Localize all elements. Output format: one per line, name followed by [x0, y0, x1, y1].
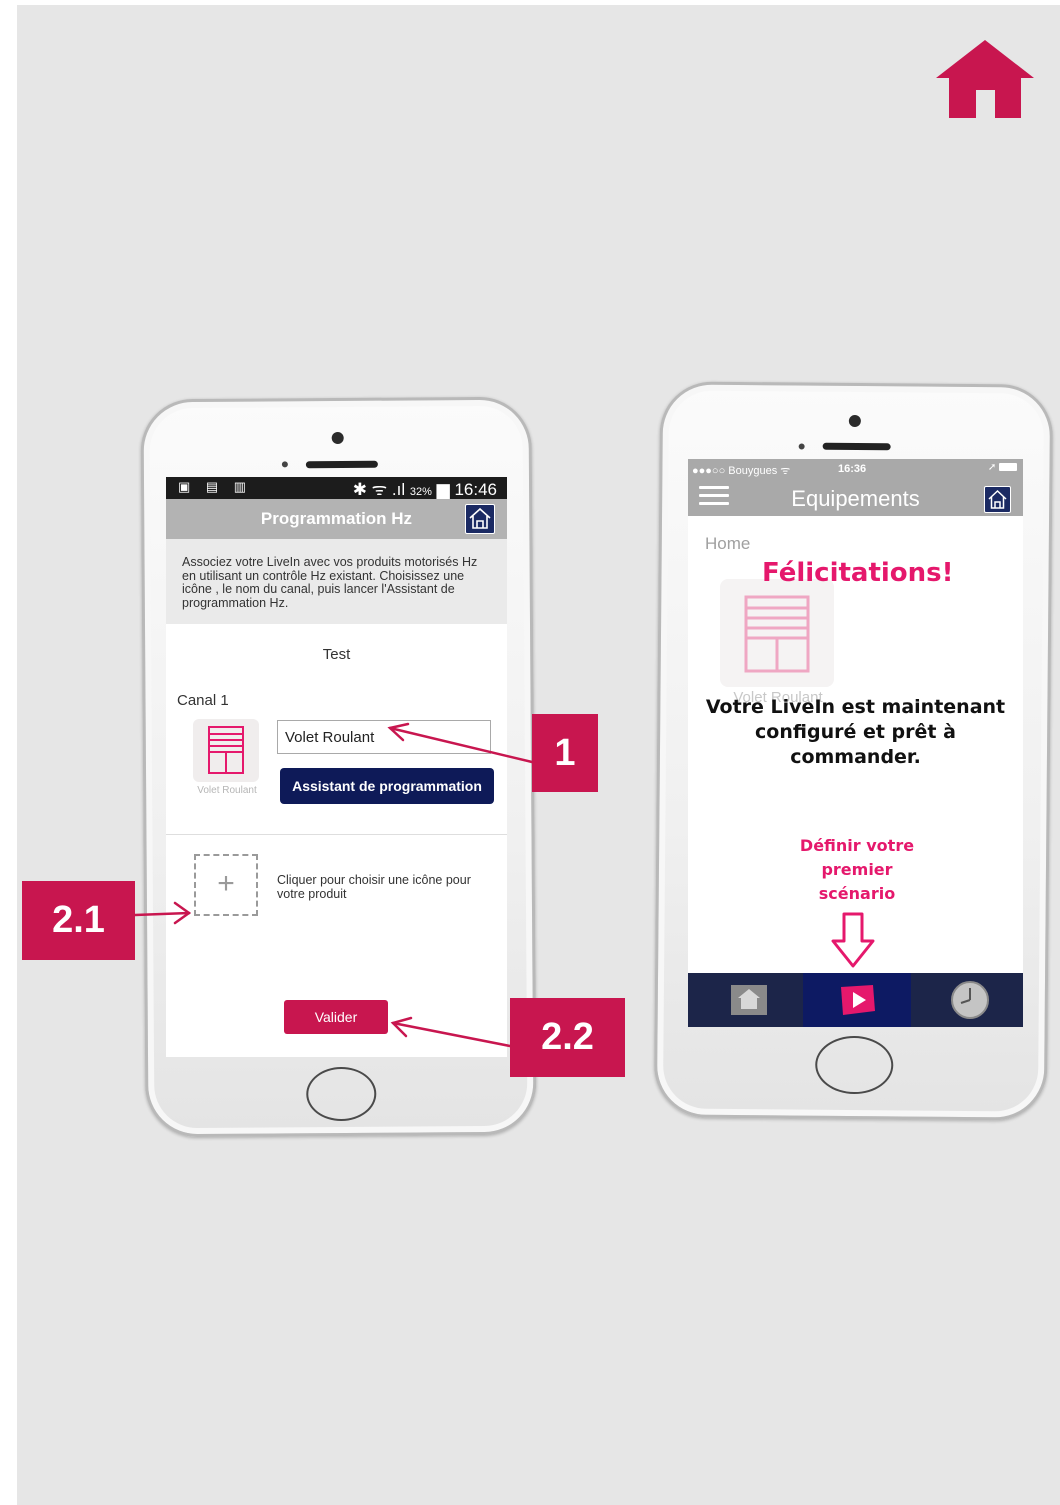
callout-1: 1 — [532, 714, 598, 792]
congrats-message: Votre LiveIn est maintenant configuré et… — [705, 696, 1006, 768]
signal-icons: ✱ ᯤ .ıl — [352, 480, 406, 499]
earpiece — [305, 460, 378, 469]
tab-bar — [688, 973, 1023, 1027]
android-status-bar: ▣ ▤ ▥ ✱ ᯤ .ıl 32% ▆ 16:46 — [166, 477, 507, 499]
channel-icon-tile[interactable] — [193, 719, 259, 782]
channel-name-input[interactable] — [277, 720, 491, 754]
left-phone-screen: ▣ ▤ ▥ ✱ ᯤ .ıl 32% ▆ 16:46 Programmation … — [166, 477, 507, 1057]
status-right: ➚ — [988, 462, 1017, 473]
earpiece — [822, 442, 891, 451]
channel-label: Canal 1 — [177, 692, 229, 709]
home-icon[interactable] — [936, 40, 1034, 118]
roller-shutter-icon — [744, 595, 810, 673]
status-time: 16:46 — [454, 480, 497, 499]
status-time: 16:36 — [838, 463, 867, 475]
notification-icons: ▣ ▤ ▥ — [178, 479, 253, 494]
clock-icon — [951, 981, 989, 1019]
callout-2-1: 2.1 — [22, 881, 135, 960]
callout-2-2: 2.2 — [510, 998, 625, 1077]
header-home-button[interactable] — [984, 486, 1011, 513]
programming-assistant-button[interactable]: Assistant de programmation — [280, 768, 494, 804]
ios-status-bar: ●●●○○ Bouygues ᯤ 16:36 ➚ — [688, 459, 1023, 481]
equipment-tile[interactable] — [720, 579, 834, 687]
phone-home-button — [306, 1066, 377, 1122]
tab-scenarios[interactable] — [803, 973, 911, 1027]
breadcrumb[interactable]: Home — [705, 534, 750, 554]
camera — [848, 414, 861, 428]
roller-shutter-icon — [208, 726, 244, 774]
add-icon-hint: Cliquer pour choisir une icône pour votr… — [277, 873, 471, 901]
add-icon-button[interactable]: + — [194, 854, 258, 916]
header-home-button[interactable] — [465, 504, 495, 534]
battery-percent: 32% — [409, 486, 432, 498]
tab-schedule[interactable] — [914, 973, 1022, 1027]
carrier: ●●●○○ Bouygues ᯤ — [692, 465, 791, 477]
right-phone-screen: ●●●○○ Bouygues ᯤ 16:36 ➚ Equipements Hom… — [688, 459, 1023, 1027]
section-divider — [166, 834, 507, 835]
app-header: Programmation Hz — [166, 499, 507, 539]
sensor — [281, 461, 288, 468]
plus-icon: + — [217, 867, 235, 900]
camera — [331, 431, 344, 445]
battery-icon — [999, 463, 1017, 472]
tab-home[interactable] — [694, 973, 802, 1027]
channel-icon-caption: Volet Roulant — [197, 785, 257, 796]
battery-icon: ▆ — [436, 480, 450, 499]
congrats-title: Félicitations! — [762, 558, 954, 588]
nav-bar: Equipements — [688, 481, 1023, 516]
status-indicators: ✱ ᯤ .ıl 32% ▆ 16:46 — [353, 477, 497, 500]
location-icon: ➚ — [987, 462, 997, 473]
page-title: Equipements — [791, 486, 920, 511]
product-name: Test — [322, 646, 351, 663]
validate-button[interactable]: Valider — [284, 1000, 388, 1034]
define-scenario-text: Définir votre premier scénario — [799, 836, 915, 903]
home-tab-icon — [731, 985, 767, 1015]
house-outline-icon — [988, 489, 1007, 509]
play-icon — [841, 985, 875, 1015]
down-arrow-icon — [831, 912, 875, 968]
intro-text: Associez votre LiveIn avec vos produits … — [166, 539, 507, 624]
page-title: Programmation Hz — [260, 509, 413, 528]
sensor — [798, 443, 805, 450]
house-outline-icon — [469, 507, 491, 529]
phone-home-button — [815, 1035, 894, 1095]
